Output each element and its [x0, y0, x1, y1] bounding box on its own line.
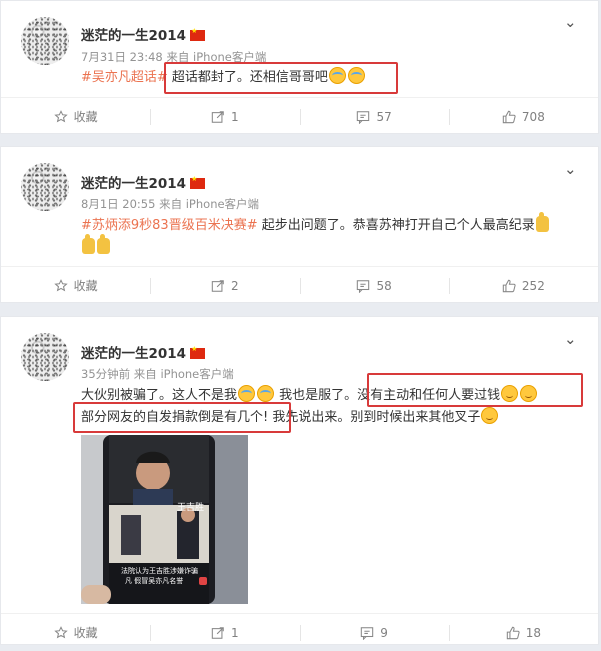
- user-avatar[interactable]: [21, 17, 69, 65]
- repost-button[interactable]: 2: [150, 267, 299, 304]
- topic-tag-link[interactable]: #苏炳添9秒83晋级百米决赛#: [81, 218, 258, 233]
- action-bar: 收藏 2 58 252: [1, 266, 598, 304]
- username[interactable]: 迷茫的一生2014: [81, 172, 206, 192]
- weibo-post-2: 迷茫的一生2014 8月1日 20:55 来自 iPhone客户端 ⌄ #苏炳添…: [0, 146, 599, 303]
- favorite-button[interactable]: 收藏: [1, 98, 150, 135]
- comment-button[interactable]: 9: [299, 614, 449, 651]
- thumbs-up-icon: [502, 279, 516, 292]
- image-caption-name: 王吉胜: [177, 503, 205, 513]
- highlight-box: [367, 373, 583, 407]
- chevron-down-icon[interactable]: ⌄: [564, 332, 580, 347]
- like-button[interactable]: 708: [448, 98, 598, 135]
- star-icon: [53, 278, 68, 291]
- comment-icon: [357, 110, 370, 124]
- action-bar: 收藏 1 9 18: [1, 613, 598, 651]
- favorite-button[interactable]: 收藏: [1, 614, 150, 651]
- image-subtitle-line1: 法院认为王吉胜涉嫌诈骗: [121, 567, 198, 575]
- topic-tag-link[interactable]: #吴亦凡超话#: [81, 70, 168, 85]
- post-text: #苏炳添9秒83晋级百米决赛# 起步出问题了。恭喜苏神打开自己个人最高纪录: [81, 212, 550, 237]
- repost-icon: [211, 279, 224, 292]
- thumbs-up-emoji-icon: [82, 234, 95, 254]
- star-icon: [53, 625, 68, 638]
- comment-icon: [357, 279, 370, 293]
- repost-icon: [211, 626, 224, 639]
- thumbs-up-emoji-icon: [535, 212, 549, 232]
- cry-laugh-emoji-icon: [257, 385, 275, 402]
- username[interactable]: 迷茫的一生2014: [81, 342, 206, 362]
- post-image[interactable]: 王吉胜 法院认为王吉胜涉嫌诈骗 凡 假冒吴亦凡名誉: [81, 435, 248, 604]
- comment-icon: [361, 626, 374, 640]
- repost-button[interactable]: 1: [150, 614, 299, 651]
- image-subtitle-line2: 凡 假冒吴亦凡名誉: [125, 577, 184, 585]
- weibo-post-3: 迷茫的一生2014 35分钟前 来自 iPhone客户端 ⌄ 大伙别被骗了。这人…: [0, 316, 599, 645]
- thumbs-up-emoji-icon: [97, 234, 110, 254]
- chevron-down-icon[interactable]: ⌄: [564, 162, 580, 177]
- star-icon: [53, 109, 68, 122]
- smile-emoji-icon: [481, 407, 499, 424]
- weibo-post-1: 迷茫的一生2014 7月31日 23:48 来自 iPhone客户端 ⌄ #吴亦…: [0, 0, 599, 134]
- like-button[interactable]: 252: [448, 267, 598, 304]
- username[interactable]: 迷茫的一生2014: [81, 24, 206, 44]
- action-bar: 收藏 1 57 708: [1, 97, 598, 135]
- highlight-box: [164, 62, 398, 94]
- post-text-line2: [81, 234, 111, 259]
- comment-button[interactable]: 58: [299, 267, 449, 304]
- thumbs-up-icon: [506, 626, 520, 639]
- user-avatar[interactable]: [21, 163, 69, 211]
- china-flag-icon: [190, 175, 206, 189]
- like-button[interactable]: 18: [448, 614, 598, 651]
- cry-laugh-emoji-icon: [238, 385, 256, 402]
- chevron-down-icon[interactable]: ⌄: [564, 15, 580, 30]
- favorite-button[interactable]: 收藏: [1, 267, 150, 304]
- post-meta: 35分钟前 来自 iPhone客户端: [81, 367, 234, 381]
- thumbs-up-icon: [502, 110, 516, 123]
- china-flag-icon: [190, 27, 206, 41]
- repost-button[interactable]: 1: [150, 98, 299, 135]
- user-avatar[interactable]: [21, 333, 69, 381]
- comment-button[interactable]: 57: [299, 98, 449, 135]
- post-meta: 8月1日 20:55 来自 iPhone客户端: [81, 197, 260, 211]
- repost-icon: [211, 110, 224, 123]
- highlight-box: [73, 402, 291, 433]
- china-flag-icon: [190, 345, 206, 359]
